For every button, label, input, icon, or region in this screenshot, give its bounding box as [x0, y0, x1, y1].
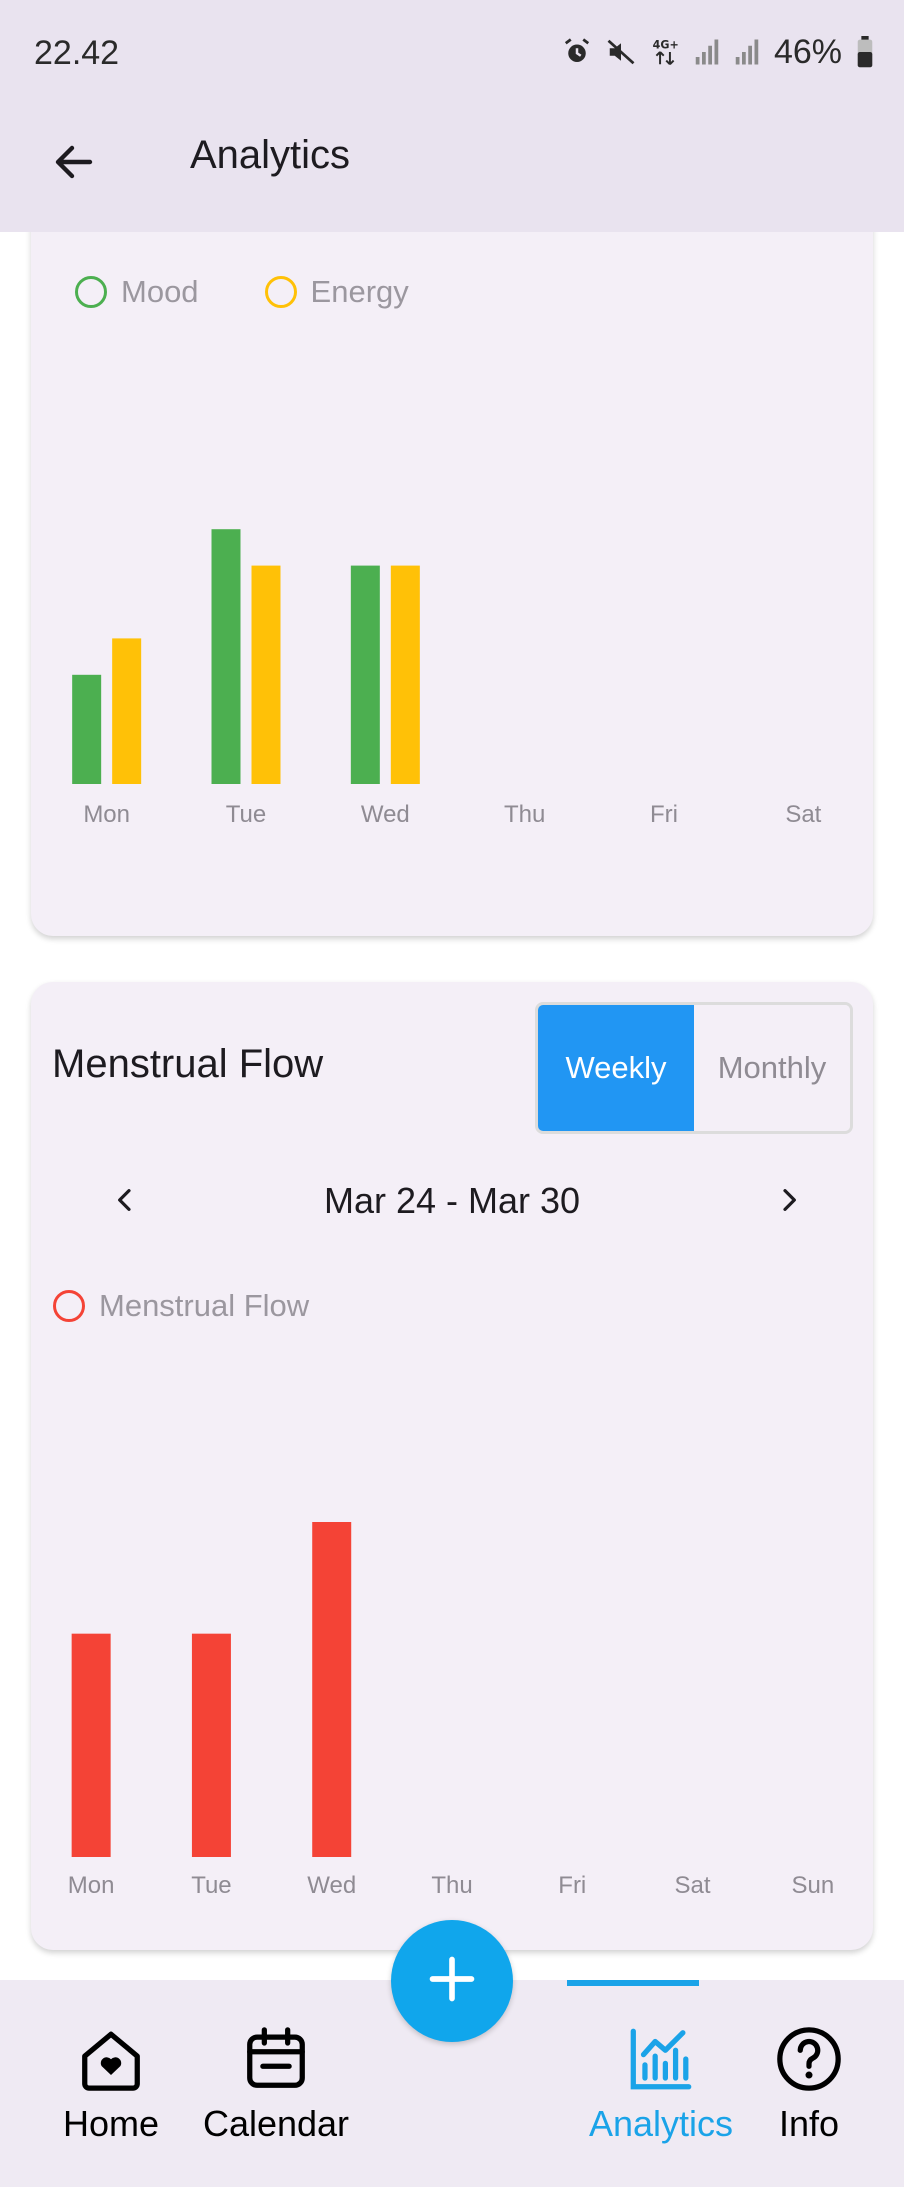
status-bar: 22.42 4G+ 46%: [0, 0, 904, 110]
x-tick-label: Fri: [650, 801, 678, 828]
x-tick-label: Wed: [361, 801, 410, 828]
x-tick-label: Sat: [675, 1872, 711, 1899]
signal-icon: [734, 37, 760, 67]
x-tick-label: Thu: [504, 801, 545, 828]
analytics-screen: 22.42 4G+ 46% Analytics Mood Energy Mon …: [0, 0, 904, 2187]
bar-energy-wed: [390, 565, 420, 784]
nav-label-analytics: Analytics: [588, 2103, 734, 2144]
nav-label-calendar: Calendar: [202, 2103, 350, 2144]
battery-icon: [856, 36, 874, 68]
nav-label-info: Info: [778, 2103, 840, 2144]
x-tick-label: Fri: [558, 1872, 586, 1899]
x-tick-label: Wed: [307, 1872, 356, 1899]
alarm-icon: [562, 37, 592, 67]
app-bar: Analytics: [0, 110, 904, 232]
mood-energy-bar-chart: Mon Tue Wed Thu Fri Sat: [72, 529, 822, 828]
bar-energy-mon: [112, 638, 142, 784]
mood-energy-card: Mood Energy Mon Tue Wed Thu Fri Sat: [31, 232, 873, 936]
help-circle-icon: [774, 2024, 844, 2099]
x-tick-label: Tue: [191, 1872, 231, 1899]
network-4g-icon: 4G+: [650, 36, 680, 68]
bar-mood-mon: [72, 674, 102, 784]
bar-mood-wed: [350, 565, 380, 784]
signal-icon: [694, 37, 720, 67]
chart-legend: Menstrual Flow: [53, 1288, 309, 1324]
arrow-left-icon: [50, 138, 98, 191]
legend-label-energy: Energy: [310, 274, 409, 309]
bar-mood-tue: [211, 529, 241, 784]
next-week-button[interactable]: [761, 1174, 817, 1230]
home-heart-icon: [76, 2024, 146, 2099]
date-range: Mar 24 - Mar 30: [323, 1180, 581, 1221]
bar-energy-tue: [251, 565, 281, 784]
menstrual-flow-bar-chart: Mon Tue Wed Thu Fri Sat Sun: [68, 1522, 835, 1899]
status-icons: 4G+ 46%: [562, 32, 874, 72]
mute-icon: [606, 37, 636, 67]
nav-item-calendar[interactable]: Calendar: [196, 1980, 356, 2187]
battery-percent: 46%: [773, 32, 842, 71]
period-toggle: Weekly Monthly: [535, 1002, 853, 1134]
plus-icon: [426, 1953, 478, 2010]
page-title: Analytics: [190, 133, 351, 177]
monthly-toggle-button[interactable]: Monthly: [694, 1005, 850, 1131]
analytics-content[interactable]: Mood Energy Mon Tue Wed Thu Fri Sat Menstrual…: [0, 232, 904, 1980]
chart-legend: Mood Energy: [75, 274, 409, 310]
menstrual-flow-card: Menstrual Flow Weekly Monthly Mar 24 - M…: [31, 982, 873, 1950]
back-button[interactable]: [44, 134, 104, 194]
x-tick-label: Sun: [792, 1872, 835, 1899]
status-time: 22.42: [34, 34, 120, 72]
x-tick-label: Sat: [785, 801, 821, 828]
nav-item-info[interactable]: Info: [766, 1980, 852, 2187]
legend-dot-energy: [264, 276, 297, 308]
x-tick-label: Tue: [226, 801, 266, 828]
card-title: Menstrual Flow: [52, 1042, 324, 1086]
svg-text:4G+: 4G+: [653, 38, 679, 51]
nav-item-home[interactable]: Home: [56, 1980, 166, 2187]
weekly-toggle-button[interactable]: Weekly: [538, 1005, 694, 1131]
bar-menstrual-flow-mon: [71, 1633, 111, 1857]
add-entry-button[interactable]: [391, 1920, 513, 2042]
date-navigator: Mar 24 - Mar 30: [31, 1168, 873, 1238]
legend-label-mood: Mood: [121, 274, 199, 309]
legend-dot-mood: [75, 276, 107, 308]
legend-label-flow: Menstrual Flow: [99, 1288, 310, 1323]
analytics-chart-icon: [626, 2024, 696, 2099]
bar-menstrual-flow-wed: [312, 1522, 352, 1857]
x-tick-label: Mon: [68, 1872, 115, 1899]
legend-dot-flow: [53, 1290, 85, 1322]
x-tick-label: Mon: [83, 801, 130, 828]
nav-item-analytics[interactable]: Analytics: [576, 1980, 746, 2187]
calendar-icon: [241, 2024, 311, 2099]
nav-label-home: Home: [62, 2103, 160, 2144]
x-tick-label: Thu: [431, 1872, 472, 1899]
bar-menstrual-flow-tue: [191, 1633, 231, 1857]
chevron-right-icon: [773, 1184, 805, 1221]
